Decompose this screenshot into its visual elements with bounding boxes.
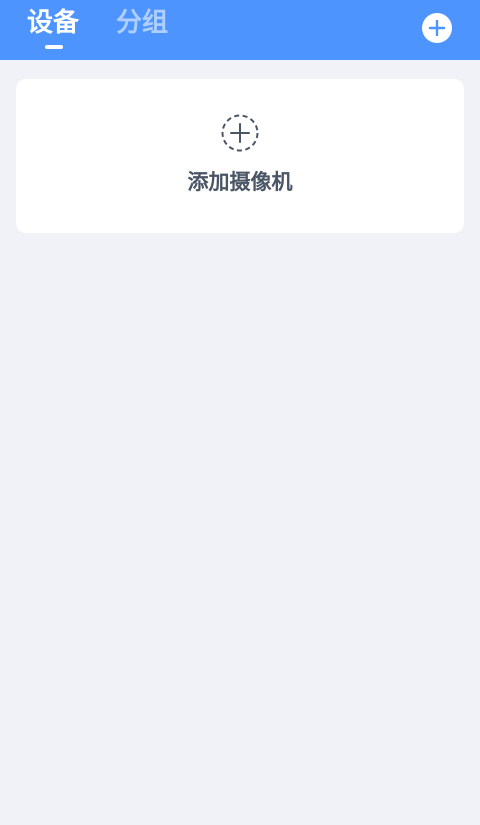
dashed-plus-circle-icon — [221, 114, 259, 152]
add-camera-label: 添加摄像机 — [187, 170, 293, 194]
top-bar: 设备 分组 — [0, 0, 480, 60]
tab-groups[interactable]: 分组 — [116, 6, 168, 40]
add-camera-card[interactable]: 添加摄像机 — [16, 79, 464, 233]
active-tab-indicator — [45, 45, 63, 49]
add-button[interactable] — [422, 13, 452, 43]
plus-icon — [428, 19, 446, 37]
tab-devices[interactable]: 设备 — [27, 6, 79, 40]
